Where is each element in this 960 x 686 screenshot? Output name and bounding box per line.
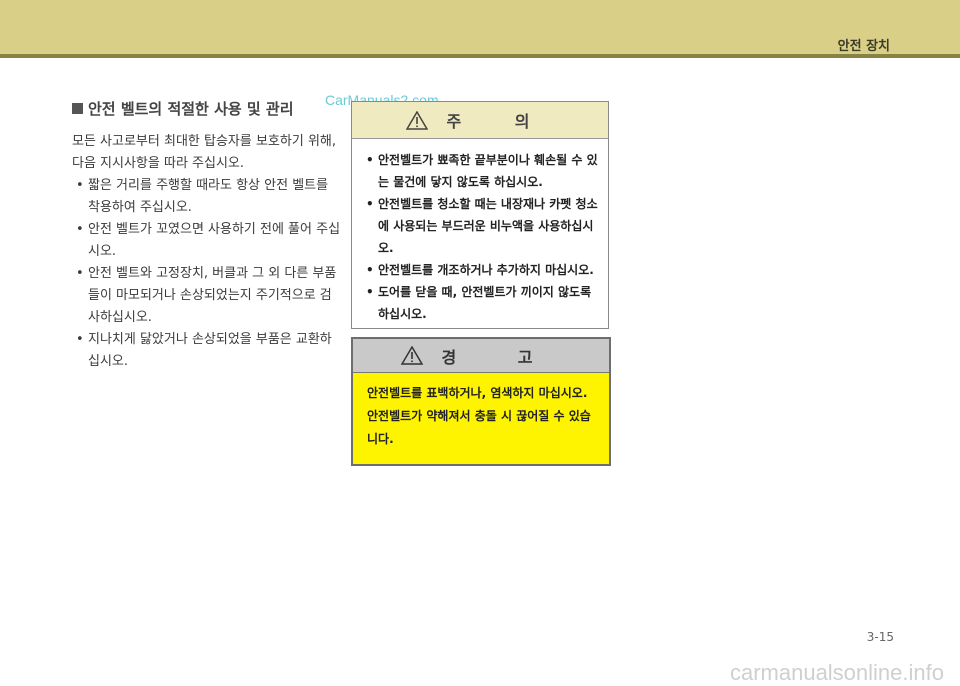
caution-list: 안전벨트가 뾰족한 끝부분이나 훼손될 수 있는 물건에 닿지 않도록 하십시오… bbox=[352, 149, 608, 325]
caution-title: 주 의 bbox=[446, 112, 554, 131]
intro-text: 모든 사고로부터 최대한 탑승자를 보호하기 위해, 다음 지시사항을 따라 주… bbox=[72, 134, 336, 171]
page-number: 3-15 bbox=[866, 630, 894, 644]
list-item: 안전 벨트가 꼬였으면 사용하기 전에 풀어 주십시오. bbox=[72, 219, 342, 263]
section-title: 안전 벨트의 적절한 사용 및 관리 bbox=[88, 100, 294, 118]
instruction-list: 짧은 거리를 주행할 때라도 항상 안전 벨트를 착용하여 주십시오. 안전 벨… bbox=[72, 175, 342, 373]
caution-box: 주 의 안전벨트가 뾰족한 끝부분이나 훼손될 수 있는 물건에 닿지 않도록 … bbox=[351, 101, 609, 329]
header-divider bbox=[0, 54, 960, 58]
warning-triangle-icon bbox=[401, 346, 424, 365]
section-seatbelt-care: 안전 벨트의 적절한 사용 및 관리 모든 사고로부터 최대한 탑승자를 보호하… bbox=[72, 98, 342, 373]
caution-item: 안전벨트가 뾰족한 끝부분이나 훼손될 수 있는 물건에 닿지 않도록 하십시오… bbox=[364, 149, 598, 193]
warning-text: 안전벨트를 표백하거나, 염색하지 마십시오. 안전벨트가 약해져서 충돌 시 … bbox=[367, 386, 591, 446]
chapter-title: 안전 장치 bbox=[837, 39, 890, 54]
section-heading: 안전 벨트의 적절한 사용 및 관리 bbox=[72, 98, 342, 119]
caution-item: 안전벨트를 개조하거나 추가하지 마십시오. bbox=[364, 259, 598, 281]
caution-header: 주 의 bbox=[352, 102, 608, 139]
warning-box: 경 고 안전벨트를 표백하거나, 염색하지 마십시오. 안전벨트가 약해져서 충… bbox=[351, 337, 611, 466]
list-item: 안전 벨트와 고정장치, 버클과 그 외 다른 부품들이 마모되거나 손상되었는… bbox=[72, 263, 342, 329]
header-band bbox=[0, 0, 960, 54]
caution-item: 도어를 닫을 때, 안전벨트가 끼이지 않도록 하십시오. bbox=[364, 281, 598, 325]
warning-header: 경 고 bbox=[353, 339, 609, 373]
watermark-bottom: carmanualsonline.info bbox=[729, 660, 944, 685]
square-bullet-icon bbox=[72, 103, 83, 114]
warning-title: 경 고 bbox=[441, 347, 561, 367]
warning-triangle-icon bbox=[406, 110, 429, 130]
list-item: 짧은 거리를 주행할 때라도 항상 안전 벨트를 착용하여 주십시오. bbox=[72, 175, 342, 219]
caution-item: 안전벨트를 청소할 때는 내장재나 카펫 청소에 사용되는 부드러운 비누액을 … bbox=[364, 193, 598, 259]
list-item: 지나치게 닳았거나 손상되었을 부품은 교환하십시오. bbox=[72, 329, 342, 373]
